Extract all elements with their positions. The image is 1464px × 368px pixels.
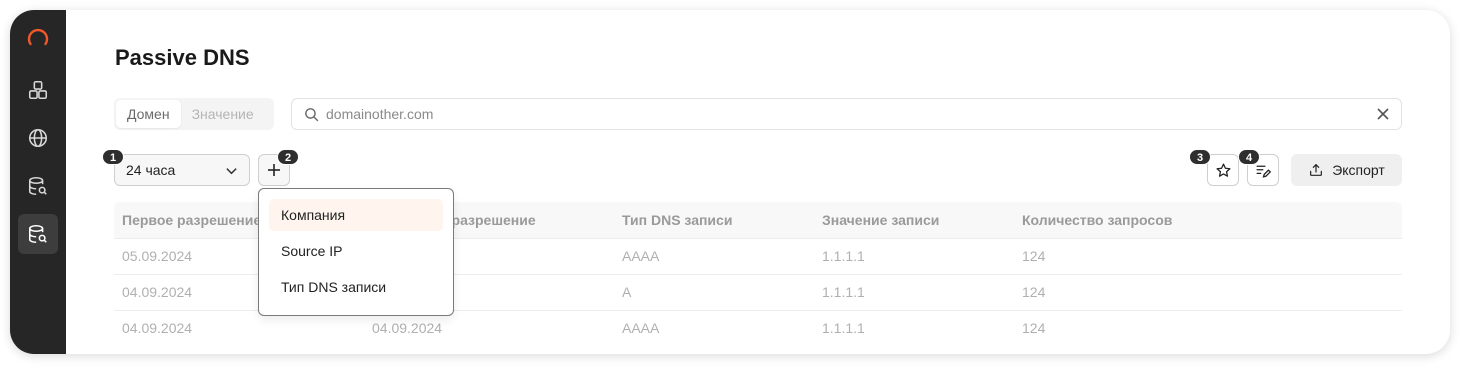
export-label: Экспорт bbox=[1332, 162, 1385, 178]
hint-badge-2: 2 bbox=[277, 149, 299, 165]
database-search-icon bbox=[28, 176, 47, 196]
column-header-record-value[interactable]: Значение записи bbox=[814, 202, 1014, 238]
table-cell: 04.09.2024 bbox=[122, 320, 193, 336]
search-mode-switch: Домен Значение bbox=[114, 98, 274, 130]
period-select[interactable]: 24 часа bbox=[114, 154, 250, 186]
nav-item-passive-dns[interactable] bbox=[18, 214, 58, 254]
table-cell: 124 bbox=[1022, 248, 1046, 264]
hint-badge-3: 3 bbox=[1189, 149, 1211, 165]
search-mode-value[interactable]: Значение bbox=[181, 100, 265, 128]
export-button[interactable]: Экспорт bbox=[1291, 154, 1402, 186]
table-cell: 124 bbox=[1022, 320, 1046, 336]
table-cell: 1.1.1.1 bbox=[822, 284, 865, 300]
column-header-request-count[interactable]: Количество запросов bbox=[1014, 202, 1402, 238]
search-mode-domain[interactable]: Домен bbox=[116, 100, 181, 128]
add-filter-dropdown: Компания Source IP Тип DNS записи bbox=[258, 188, 454, 316]
globe-icon bbox=[28, 128, 48, 148]
upload-icon bbox=[1310, 164, 1323, 176]
dropdown-item-source-ip[interactable]: Source IP bbox=[269, 235, 443, 267]
search-bar bbox=[291, 98, 1402, 130]
column-header-dns-type[interactable]: Тип DNS записи bbox=[614, 202, 814, 238]
period-select-value: 24 часа bbox=[126, 162, 176, 178]
ring-logo-icon[interactable] bbox=[26, 27, 50, 51]
database-search-icon bbox=[28, 224, 47, 244]
nav-item-database-search[interactable] bbox=[18, 166, 58, 206]
search-icon bbox=[305, 108, 319, 122]
favorite-button[interactable] bbox=[1207, 154, 1239, 186]
search-input[interactable] bbox=[326, 100, 1346, 128]
nav-item-blocks[interactable] bbox=[18, 70, 58, 110]
table-cell: AAAA bbox=[622, 248, 660, 264]
table-fade bbox=[114, 346, 1402, 354]
hint-badge-1: 1 bbox=[102, 149, 124, 165]
table-cell: A bbox=[622, 284, 632, 300]
dropdown-item-company[interactable]: Компания bbox=[269, 199, 443, 231]
blocks-icon bbox=[28, 80, 48, 100]
table-cell: 1.1.1.1 bbox=[822, 248, 865, 264]
table-cell: 124 bbox=[1022, 284, 1046, 300]
table-cell: AAAA bbox=[622, 320, 660, 336]
main-content: Passive DNS Домен Значение 24 часа 1 bbox=[66, 10, 1450, 354]
star-icon bbox=[1215, 162, 1231, 177]
chevron-down-icon bbox=[226, 168, 237, 175]
dropdown-item-dns-type[interactable]: Тип DNS записи bbox=[269, 271, 443, 303]
sidebar bbox=[10, 10, 66, 354]
app-window: Passive DNS Домен Значение 24 часа 1 bbox=[10, 10, 1450, 354]
hint-badge-4: 4 bbox=[1238, 149, 1260, 165]
table-cell: 1.1.1.1 bbox=[822, 320, 865, 336]
page-title: Passive DNS bbox=[115, 45, 250, 70]
close-icon[interactable] bbox=[1376, 107, 1390, 121]
table-cell: 04.09.2024 bbox=[372, 320, 443, 336]
plus-icon bbox=[268, 164, 280, 176]
nav-item-globe[interactable] bbox=[18, 118, 58, 158]
list-edit-icon bbox=[1255, 165, 1271, 178]
